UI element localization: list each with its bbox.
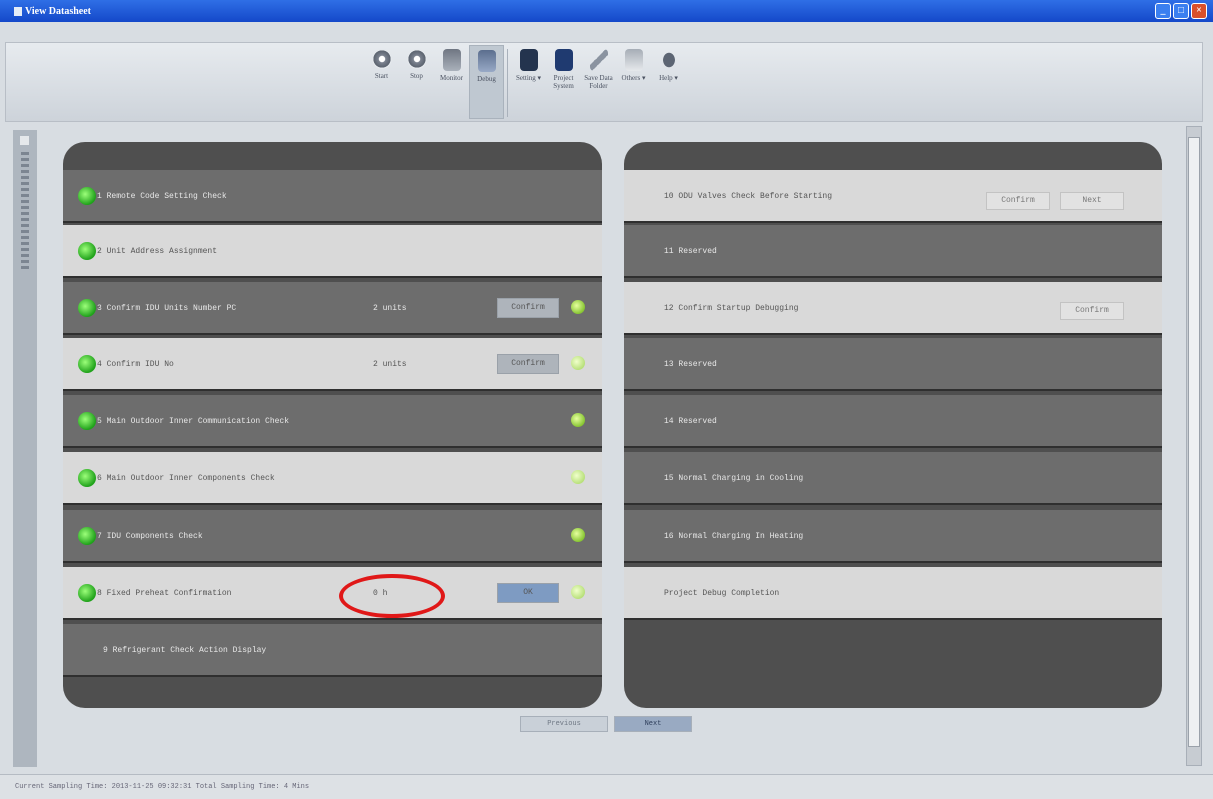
step-row: 8 Fixed Preheat Confirmation 0 h OK [63, 567, 602, 620]
step-indicator-icon [571, 528, 585, 542]
step-label: 1 Remote Code Setting Check [97, 192, 227, 201]
step-label: 8 Fixed Preheat Confirmation [97, 589, 232, 598]
status-led-icon [78, 299, 96, 317]
step-row: 12 Confirm Startup Debugging Confirm [624, 282, 1162, 335]
step-value: 2 units [373, 304, 407, 313]
collapsed-side-panel[interactable] [13, 130, 37, 767]
step-label: 15 Normal Charging in Cooling [664, 474, 804, 483]
help-icon [659, 49, 678, 71]
minimize-button[interactable]: _ [1155, 3, 1171, 19]
start-button[interactable]: Start [364, 45, 399, 119]
status-led-icon [78, 469, 96, 487]
step-row: 15 Normal Charging in Cooling [624, 452, 1162, 505]
status-led-icon [78, 187, 96, 205]
help-menu-button[interactable]: Help ▾ [651, 45, 686, 119]
step-label: 3 Confirm IDU Units Number PC [97, 304, 237, 313]
debug-steps-panel-left: 1 Remote Code Setting Check 2 Unit Addre… [63, 142, 602, 708]
step-row: 1 Remote Code Setting Check [63, 170, 602, 223]
step-label: 4 Confirm IDU No [97, 360, 174, 369]
status-bar: Current Sampling Time: 2013-11-25 09:32:… [0, 774, 1213, 799]
step-row: 3 Confirm IDU Units Number PC 2 units Co… [63, 282, 602, 335]
step-row: 2 Unit Address Assignment [63, 225, 602, 278]
step-indicator-icon [571, 470, 585, 484]
step-label: 6 Main Outdoor Inner Components Check [97, 474, 275, 483]
confirm-button[interactable]: Confirm [1060, 302, 1124, 320]
debug-button[interactable]: Debug [469, 45, 504, 119]
highlight-annotation [339, 574, 445, 618]
toolbar-separator [507, 49, 508, 117]
status-led-icon [78, 527, 96, 545]
project-system-button[interactable]: Project System [546, 45, 581, 119]
window-title-bar: View Datasheet _ □ × [0, 0, 1213, 22]
step-row: 13 Reserved [624, 338, 1162, 391]
picture-icon [624, 49, 643, 71]
stop-button[interactable]: Stop [399, 45, 434, 119]
step-label: Project Debug Completion [664, 589, 780, 598]
close-button[interactable]: × [1191, 3, 1207, 19]
step-row: 14 Reserved [624, 395, 1162, 448]
tool-icon [589, 49, 608, 71]
monitor-icon [442, 49, 461, 71]
step-row: 10 ODU Valves Check Before Starting Conf… [624, 170, 1162, 223]
ok-button[interactable]: OK [497, 583, 559, 603]
confirm-button[interactable]: Confirm [986, 192, 1050, 210]
maximize-button[interactable]: □ [1173, 3, 1189, 19]
save-data-folder-button[interactable]: Save Data Folder [581, 45, 616, 119]
settings-icon [519, 49, 538, 71]
debug-steps-panel-right: 10 ODU Valves Check Before Starting Conf… [624, 142, 1162, 708]
step-indicator-icon [571, 300, 585, 314]
step-label: 11 Reserved [664, 247, 717, 256]
previous-button[interactable]: Previous [520, 716, 608, 732]
window-title: View Datasheet [25, 5, 92, 17]
main-toolbar: Start Stop Monitor Debug Setting ▾ Proje… [5, 42, 1203, 122]
app-icon [14, 6, 22, 16]
debug-icon [477, 50, 496, 72]
step-row: Project Debug Completion [624, 567, 1162, 620]
step-label: 5 Main Outdoor Inner Communication Check [97, 417, 290, 426]
pin-icon[interactable] [20, 136, 29, 145]
step-label: 16 Normal Charging In Heating [664, 532, 804, 541]
monitor-button[interactable]: Monitor [434, 45, 469, 119]
step-row: 4 Confirm IDU No 2 units Confirm [63, 338, 602, 391]
step-label: 10 ODU Valves Check Before Starting [664, 192, 833, 201]
stop-icon [406, 49, 427, 69]
play-icon [371, 49, 392, 69]
vertical-scrollbar[interactable] [1186, 126, 1202, 766]
step-row: 9 Refrigerant Check Action Display [63, 624, 602, 677]
step-row: 16 Normal Charging In Heating [624, 510, 1162, 563]
step-row: 7 IDU Components Check [63, 510, 602, 563]
step-label: 12 Confirm Startup Debugging [664, 304, 799, 313]
step-label: 9 Refrigerant Check Action Display [103, 646, 267, 655]
others-menu-button[interactable]: Others ▾ [616, 45, 651, 119]
status-led-icon [78, 412, 96, 430]
step-row: 11 Reserved [624, 225, 1162, 278]
step-indicator-icon [571, 585, 585, 599]
step-row: 5 Main Outdoor Inner Communication Check [63, 395, 602, 448]
step-indicator-icon [571, 413, 585, 427]
sampling-time-text: Current Sampling Time: 2013-11-25 09:32:… [15, 783, 310, 791]
project-system-icon [554, 49, 573, 71]
status-led-icon [78, 355, 96, 373]
step-label: 2 Unit Address Assignment [97, 247, 218, 256]
step-row: 6 Main Outdoor Inner Components Check [63, 452, 602, 505]
status-led-icon [78, 242, 96, 260]
next-step-button[interactable]: Next [1060, 192, 1124, 210]
scrollbar-thumb[interactable] [1188, 137, 1200, 747]
side-panel-caption [21, 152, 29, 272]
setting-menu-button[interactable]: Setting ▾ [511, 45, 546, 119]
step-label: 7 IDU Components Check [97, 532, 203, 541]
confirm-button[interactable]: Confirm [497, 298, 559, 318]
confirm-button[interactable]: Confirm [497, 354, 559, 374]
step-label: 14 Reserved [664, 417, 717, 426]
status-led-icon [78, 584, 96, 602]
step-label: 13 Reserved [664, 360, 717, 369]
next-button[interactable]: Next [614, 716, 692, 732]
step-value: 2 units [373, 360, 407, 369]
step-indicator-icon [571, 356, 585, 370]
